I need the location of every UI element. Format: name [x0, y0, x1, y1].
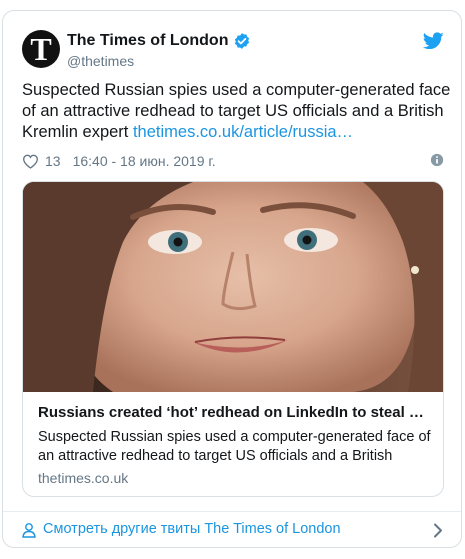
like-count[interactable]: 13 — [45, 153, 61, 169]
tweet-meta: 13 16:40 - 18 июн. 2019 г. — [22, 151, 444, 171]
card-title[interactable]: Russians created ‘hot’ redhead on Linked… — [38, 404, 433, 421]
chevron-right-icon[interactable] — [433, 523, 443, 538]
avatar[interactable]: T — [22, 30, 60, 68]
timestamp[interactable]: 16:40 - 18 июн. 2019 г. — [73, 153, 216, 169]
author-name[interactable]: The Times of London — [67, 32, 228, 50]
info-icon[interactable] — [430, 153, 444, 167]
link-card[interactable]: Russians created ‘hot’ redhead on Linked… — [22, 181, 444, 497]
tweet-text: Suspected Russian spies used a computer-… — [22, 80, 452, 143]
person-icon — [22, 523, 36, 538]
embedded-tweet: T The Times of London @thetimes Suspecte… — [2, 10, 462, 548]
card-image[interactable] — [23, 182, 443, 392]
more-tweets-link[interactable]: Смотреть другие твиты The Times of Londo… — [43, 521, 341, 537]
verified-icon — [235, 33, 250, 49]
face-photo — [23, 182, 443, 392]
heart-icon[interactable] — [22, 154, 39, 169]
more-tweets-footer[interactable]: Смотреть другие твиты The Times of Londo… — [3, 511, 461, 547]
twitter-bird-icon[interactable] — [423, 32, 444, 50]
article-link[interactable]: thetimes.co.uk/article/russia… — [133, 123, 353, 141]
author-handle[interactable]: @thetimes — [67, 53, 134, 69]
card-domain: thetimes.co.uk — [38, 470, 129, 486]
card-description: Suspected Russian spies used a computer-… — [38, 429, 431, 464]
author-row: The Times of London — [67, 32, 251, 50]
